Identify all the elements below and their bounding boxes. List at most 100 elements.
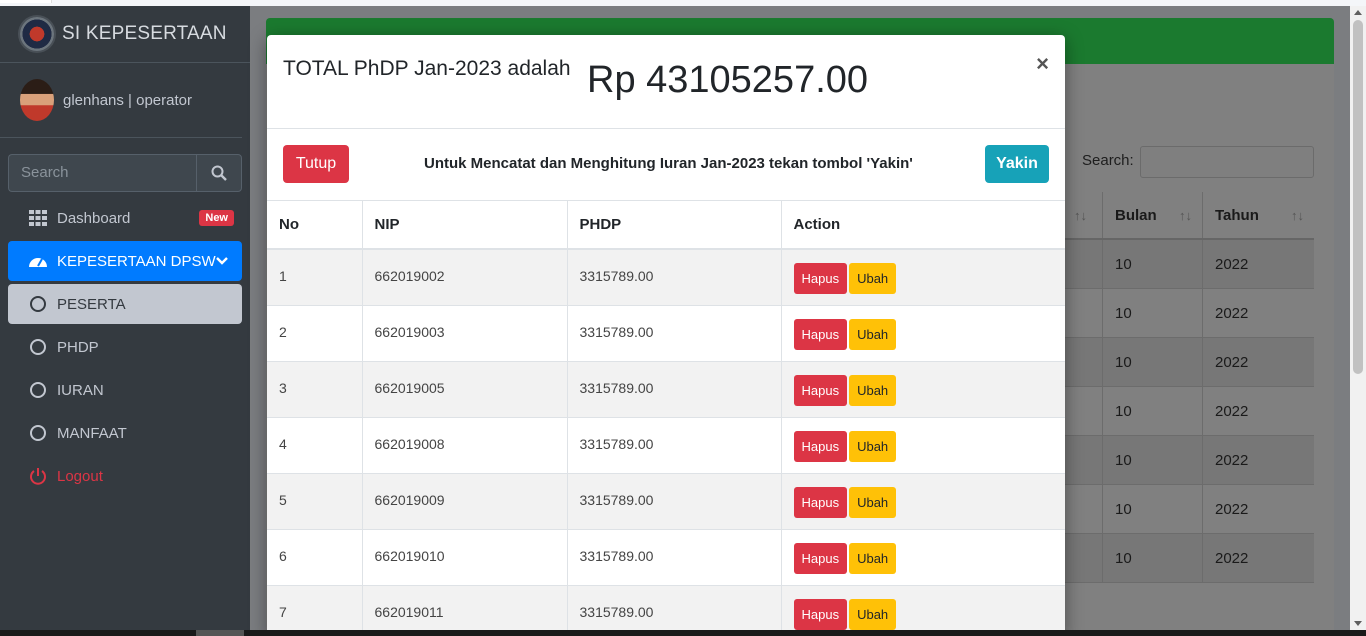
ubah-button[interactable]: Ubah — [849, 486, 897, 518]
ubah-button[interactable]: Ubah — [849, 542, 897, 574]
table-row: 10 2022 — [1062, 534, 1314, 583]
table-row: 10 2022 — [1062, 387, 1314, 436]
table-search-input[interactable] — [1140, 146, 1314, 178]
scroll-thumb[interactable] — [1353, 20, 1363, 374]
sidebar-item-dashboard[interactable]: Dashboard New — [8, 198, 242, 238]
cell-tahun: 2022 — [1202, 387, 1314, 435]
avatar — [20, 79, 54, 121]
taskbar-item[interactable] — [196, 630, 244, 636]
modal-title: TOTAL PhDP Jan-2023 adalah — [283, 57, 571, 80]
column-header-tahun[interactable]: Tahun ↑↓ — [1202, 192, 1314, 238]
page-scrollbar[interactable] — [1350, 6, 1366, 630]
sidebar-search: Search — [8, 154, 242, 192]
sidebar-search-button[interactable] — [196, 154, 242, 192]
cell-nip: 662019011 — [362, 584, 568, 636]
cell-tahun: 2022 — [1202, 485, 1314, 533]
hapus-button[interactable]: Hapus — [793, 263, 848, 294]
sidebar-item-logout[interactable]: Logout — [8, 456, 242, 496]
table-row: 3 662019005 3315789.00 Hapus Ubah — [267, 360, 1065, 417]
scroll-down-icon[interactable] — [1354, 621, 1362, 626]
cell-nip: 662019003 — [362, 304, 568, 361]
scroll-up-icon[interactable] — [1354, 10, 1362, 15]
column-header-action: Action — [781, 201, 1065, 250]
cell-action: Hapus Ubah — [781, 472, 1065, 529]
cell-bulan: 10 — [1102, 534, 1202, 582]
table-row: 4 662019008 3315789.00 Hapus Ubah — [267, 416, 1065, 473]
cell-action: Hapus Ubah — [781, 360, 1065, 417]
close-icon[interactable]: × — [1036, 51, 1049, 77]
sidebar-item-label: Logout — [57, 467, 103, 485]
cell-tahun: 2022 — [1202, 240, 1314, 288]
sidebar-item-peserta[interactable]: PESERTA — [8, 284, 242, 324]
hapus-button[interactable]: Hapus — [793, 430, 848, 462]
tachometer-icon — [28, 253, 48, 269]
hapus-button[interactable]: Hapus — [793, 486, 848, 518]
sidebar-item-kepesertaan[interactable]: KEPESERTAAN DPSW — [8, 241, 242, 281]
cell-action: Hapus Ubah — [781, 584, 1065, 636]
cell-nip: 662019008 — [362, 416, 568, 473]
cell-nip: 662019002 — [362, 248, 568, 305]
grid-icon — [28, 210, 48, 226]
cell-bulan: 10 — [1102, 289, 1202, 337]
cell-phdp: 3315789.00 — [567, 248, 782, 305]
cell-nip: 662019009 — [362, 472, 568, 529]
ubah-button[interactable]: Ubah — [849, 598, 897, 630]
sidebar-item-phdp[interactable]: PHDP — [8, 327, 242, 367]
column-header-bulan[interactable]: Bulan ↑↓ — [1102, 192, 1202, 238]
table-search-label: Search: — [1082, 152, 1134, 169]
cell-phdp: 3315789.00 — [567, 528, 782, 585]
total-phdp-modal: TOTAL PhDP Jan-2023 adalah Rp 43105257.0… — [267, 35, 1065, 636]
ubah-button[interactable]: Ubah — [849, 318, 897, 350]
cell-nip: 662019005 — [362, 360, 568, 417]
tutup-button[interactable]: Tutup — [283, 145, 349, 183]
browser-tab[interactable] — [0, 0, 52, 3]
table-row: 10 2022 — [1062, 240, 1314, 289]
cell-no: 2 — [267, 304, 363, 361]
sidebar-search-input[interactable]: Search — [8, 154, 196, 192]
sidebar-item-label: KEPESERTAAN DPSW — [57, 252, 216, 270]
yakin-button[interactable]: Yakin — [985, 145, 1049, 183]
column-header-no: No — [267, 201, 363, 250]
table-row: 7 662019011 3315789.00 Hapus Ubah — [267, 584, 1065, 636]
modal-amount: Rp 43105257.00 — [587, 59, 869, 101]
cell-tahun: 2022 — [1202, 436, 1314, 484]
cell-no: 6 — [267, 528, 363, 585]
background-table-header: ↑↓ Bulan ↑↓ Tahun ↑↓ — [1062, 192, 1314, 240]
confirm-message: Untuk Mencatat dan Menghitung Iuran Jan-… — [424, 155, 913, 172]
sidebar-item-iuran[interactable]: IURAN — [8, 370, 242, 410]
cell-tahun: 2022 — [1202, 534, 1314, 582]
sidebar-item-label: Dashboard — [57, 209, 131, 227]
sort-icon[interactable]: ↑↓ — [1062, 192, 1102, 238]
table-row: 5 662019009 3315789.00 Hapus Ubah — [267, 472, 1065, 529]
sort-icon: ↑↓ — [1179, 207, 1192, 223]
brand[interactable]: SI KEPESERTAAN — [0, 6, 250, 63]
cell-no: 3 — [267, 360, 363, 417]
ubah-button[interactable]: Ubah — [849, 263, 897, 294]
chevron-down-icon — [216, 253, 228, 270]
sidebar-item-manfaat[interactable]: MANFAAT — [8, 413, 242, 453]
hapus-button[interactable]: Hapus — [793, 598, 848, 630]
cell-phdp: 3315789.00 — [567, 472, 782, 529]
cell-tahun: 2022 — [1202, 338, 1314, 386]
modal-header: TOTAL PhDP Jan-2023 adalah Rp 43105257.0… — [267, 35, 1065, 129]
sidebar: SI KEPESERTAAN glenhans | operator Searc… — [0, 6, 250, 630]
brand-text: SI KEPESERTAAN — [62, 23, 227, 44]
cell-no: 1 — [267, 248, 363, 305]
ubah-button[interactable]: Ubah — [849, 430, 897, 462]
user-panel[interactable]: glenhans | operator — [0, 63, 242, 138]
cell-no: 4 — [267, 416, 363, 473]
hapus-button[interactable]: Hapus — [793, 542, 848, 574]
cell-bulan: 10 — [1102, 240, 1202, 288]
column-header-nip: NIP — [362, 201, 568, 250]
table-row: 10 2022 — [1062, 289, 1314, 338]
hapus-button[interactable]: Hapus — [793, 374, 848, 406]
new-badge: New — [199, 210, 234, 226]
sidebar-nav: Dashboard New KEPESERTAAN DPSW PESERTA P… — [0, 198, 250, 496]
hapus-button[interactable]: Hapus — [793, 318, 848, 350]
cell-tahun: 2022 — [1202, 289, 1314, 337]
circle-icon — [28, 382, 48, 398]
circle-icon — [28, 296, 48, 312]
cell-action: Hapus Ubah — [781, 304, 1065, 361]
ubah-button[interactable]: Ubah — [849, 374, 897, 406]
cell-no: 7 — [267, 584, 363, 636]
